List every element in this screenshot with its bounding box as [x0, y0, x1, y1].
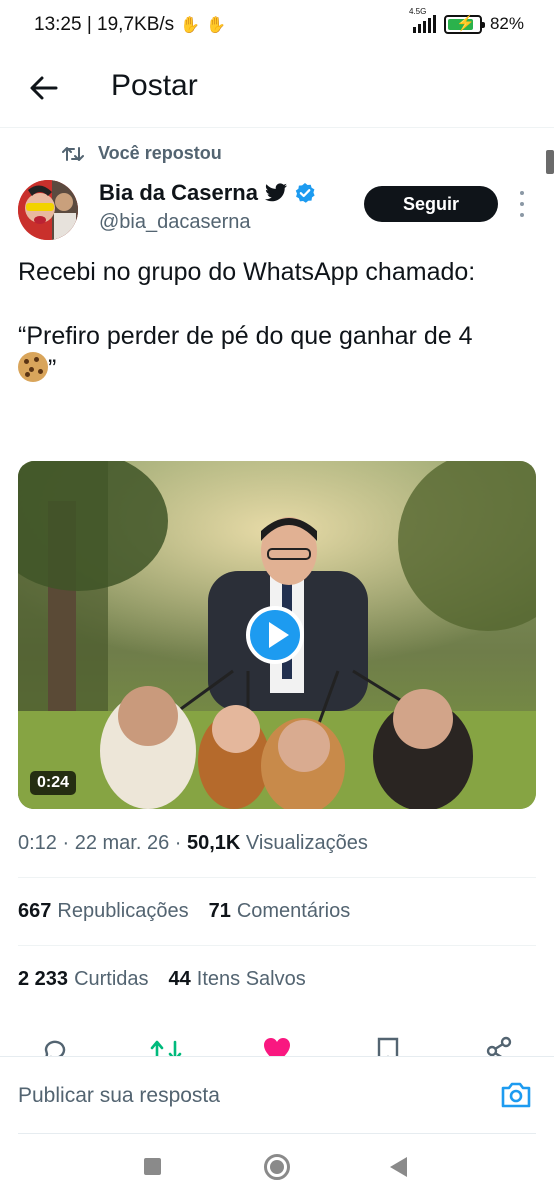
back-button[interactable]	[390, 1157, 407, 1177]
follow-button[interactable]: Seguir	[364, 186, 498, 222]
divider	[18, 945, 536, 946]
reply-icon[interactable]	[40, 1036, 70, 1058]
tweet-text-line: Recebi no grupo do WhatsApp chamado:	[18, 258, 476, 286]
repost-icon	[62, 146, 84, 161]
action-row	[0, 1028, 554, 1058]
like-icon[interactable]	[262, 1036, 292, 1058]
video-duration: 0:24	[30, 771, 77, 795]
hand-icon: ✋	[180, 17, 201, 34]
share-icon[interactable]	[484, 1036, 514, 1058]
battery-icon: ⚡	[443, 14, 485, 34]
bookmark-icon[interactable]	[376, 1036, 400, 1058]
bird-icon	[264, 183, 287, 202]
system-nav-bar	[0, 1134, 554, 1200]
battery-percent: 82%	[489, 14, 524, 33]
likes-stat[interactable]: 2 233 Curtidas	[18, 968, 149, 991]
author-handle[interactable]: @bia_dacaserna	[99, 211, 251, 234]
author-name[interactable]: Bia da Caserna	[99, 180, 316, 206]
page-title: Postar	[111, 69, 198, 102]
reply-input[interactable]: Publicar sua resposta	[18, 1084, 220, 1108]
status-time: 13:25 | 19,7KB/s	[34, 14, 175, 35]
comments-stat[interactable]: 71 Comentários	[209, 900, 351, 923]
signal-icon: 4.5G	[409, 7, 436, 33]
recent-apps-button[interactable]	[144, 1158, 161, 1175]
status-bar: 13:25 | 19,7KB/s ✋ ✋ 4.5G ⚡ 82%	[0, 0, 554, 52]
tweet-timestamp: 0:12 · 22 mar. 26 ·	[18, 832, 187, 854]
verified-badge-icon	[295, 183, 315, 203]
cookie-icon	[18, 352, 48, 382]
more-options-icon[interactable]	[516, 191, 528, 217]
scrollbar[interactable]	[546, 150, 554, 174]
divider	[18, 877, 536, 878]
repost-indicator: Você repostou	[62, 143, 222, 164]
header: Postar	[0, 52, 554, 128]
views-label[interactable]: Visualizações	[246, 832, 368, 854]
camera-icon[interactable]	[500, 1081, 532, 1109]
hand-icon: ✋	[206, 17, 226, 34]
tweet-meta: 0:12 · 22 mar. 26 · 50,1K Visualizações	[18, 832, 368, 855]
saves-stat[interactable]: 44 Itens Salvos	[169, 968, 306, 991]
avatar[interactable]	[18, 180, 78, 240]
network-type: 4.5G	[408, 7, 427, 16]
stats-row-2: 2 233 Curtidas 44 Itens Salvos	[18, 968, 306, 991]
play-button[interactable]	[246, 606, 304, 664]
repost-action-icon[interactable]	[150, 1036, 182, 1058]
repost-label: Você repostou	[98, 143, 222, 163]
reply-bar: Publicar sua resposta	[0, 1056, 554, 1134]
home-button[interactable]	[264, 1154, 290, 1180]
video-player[interactable]: 0:24	[18, 461, 536, 809]
tweet-text: Recebi no grupo do WhatsApp chamado: “Pr…	[18, 256, 538, 385]
views-count[interactable]: 50,1K	[187, 832, 240, 854]
reposts-stat[interactable]: 667 Republicações	[18, 900, 189, 923]
arrow-left-icon[interactable]	[26, 70, 62, 106]
tweet-quote: “Prefiro perder de pé do que ganhar de 4…	[18, 322, 473, 383]
stats-row-1: 667 Republicações 71 Comentários	[18, 900, 350, 923]
